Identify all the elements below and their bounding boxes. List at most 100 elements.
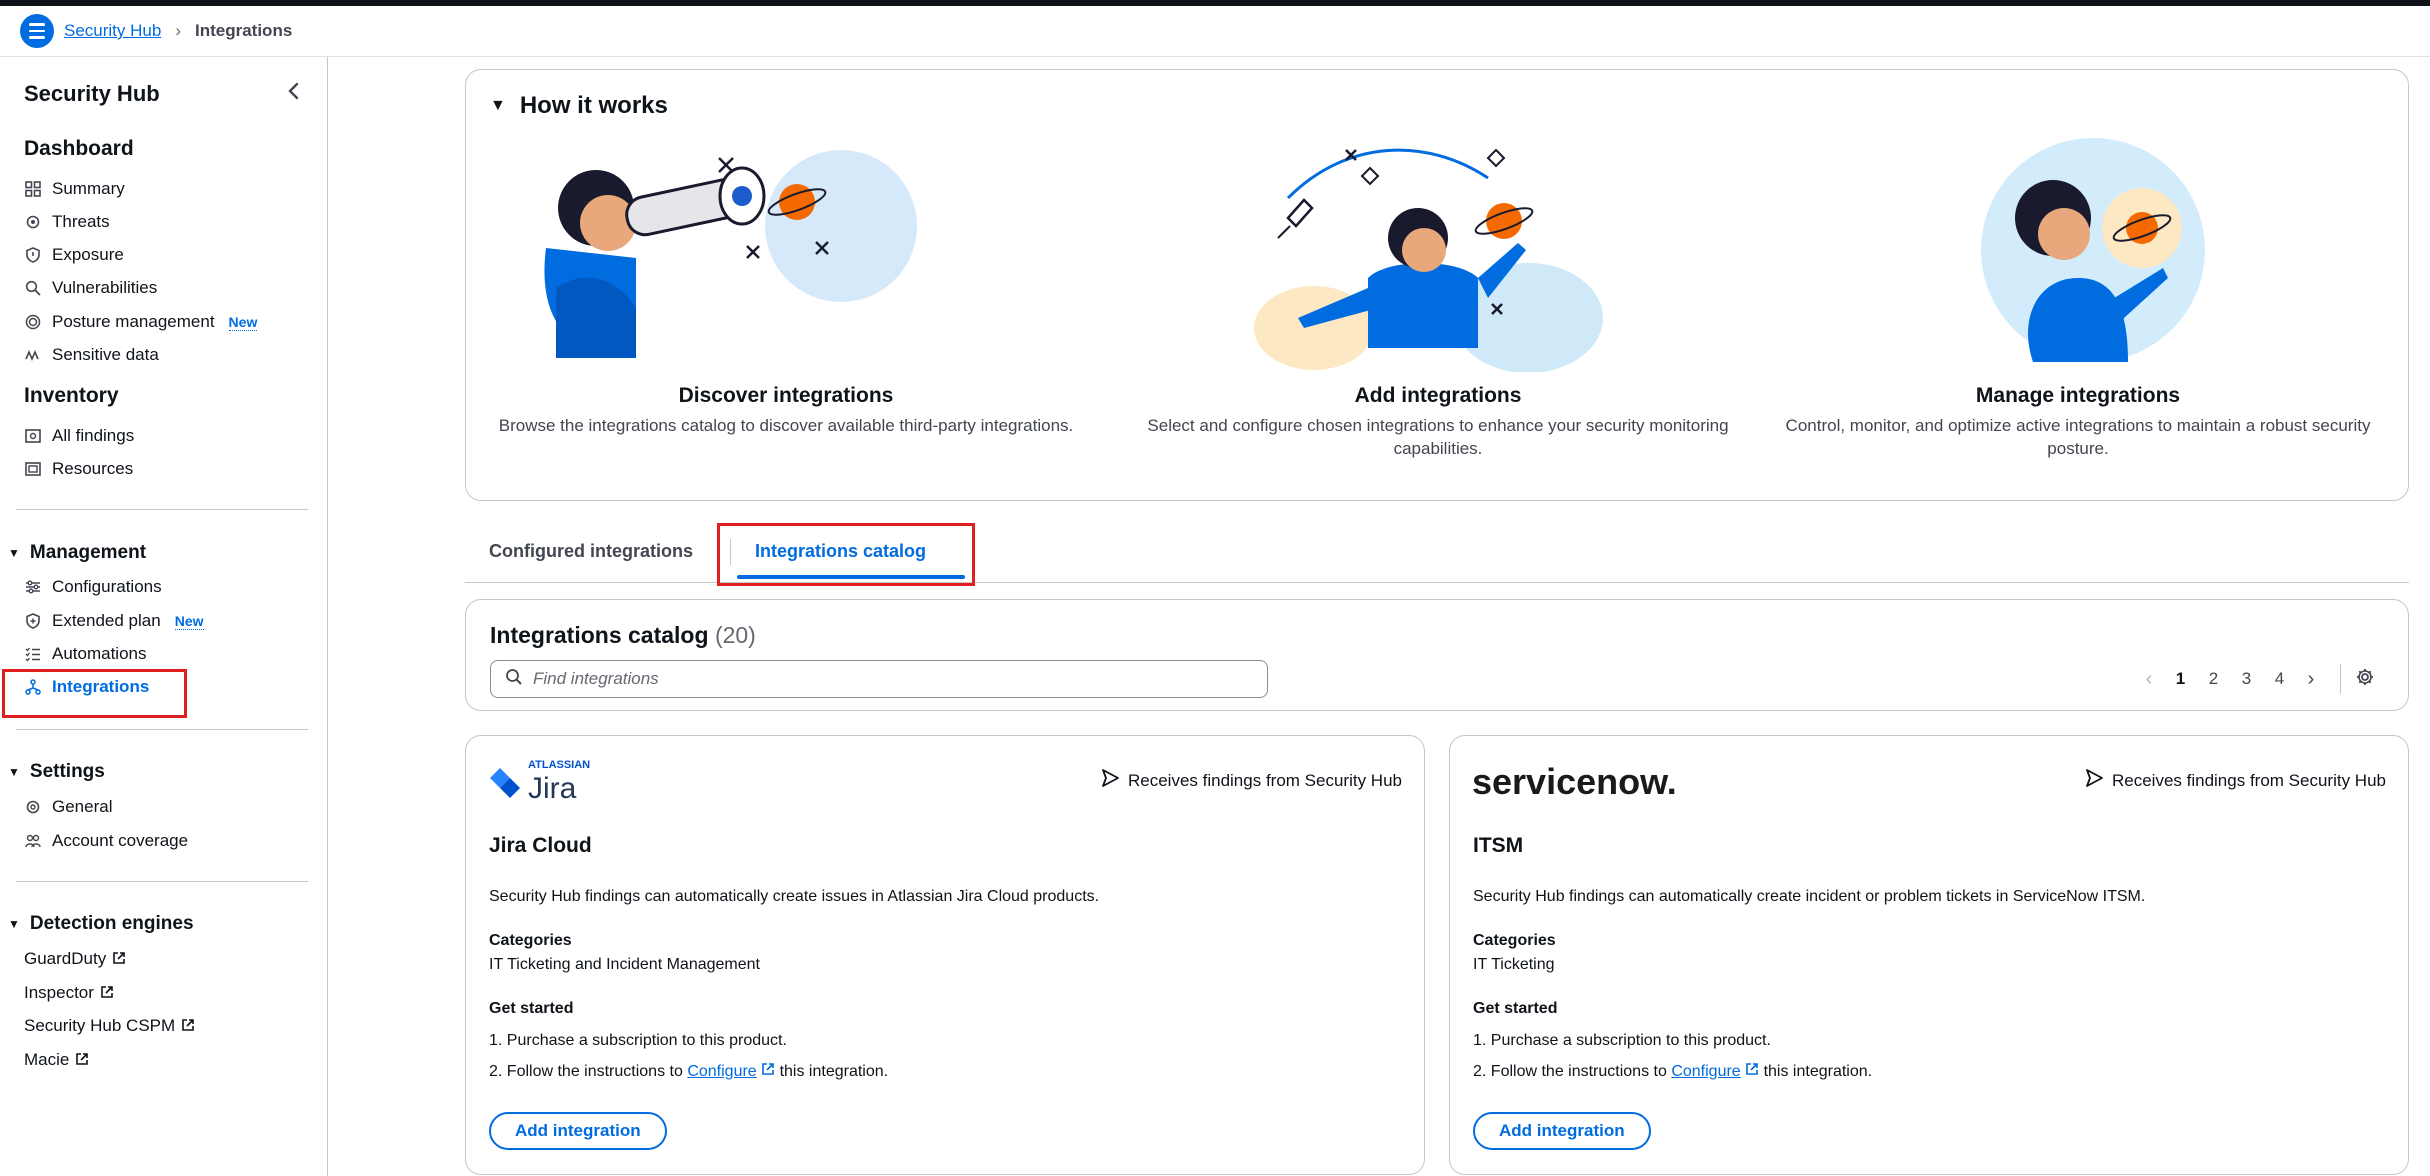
sidebar-item-label: Exposure <box>52 245 124 264</box>
add-integration-button[interactable]: Add integration <box>489 1112 667 1150</box>
search-box <box>490 660 1268 698</box>
how-it-works-title: How it works <box>519 92 668 119</box>
sliders-icon <box>24 578 42 596</box>
sidebar-item-vulnerabilities[interactable]: Vulnerabilities <box>24 276 157 300</box>
servicenow-logo: servicenow. <box>1472 754 1692 804</box>
sidebar-item-configurations[interactable]: Configurations <box>24 575 162 599</box>
magnifier-icon <box>24 279 42 297</box>
categories-label: Categories <box>1473 932 1556 949</box>
how-column-manage: Manage integrations Control, monitor, an… <box>1768 138 2388 460</box>
grid-icon <box>24 180 42 198</box>
sidebar-section-management[interactable]: ▼ Management <box>8 542 146 564</box>
step-text: 2. Follow the instructions to <box>1473 1063 1672 1080</box>
sidebar-item-label: Inspector <box>24 983 94 1002</box>
sidebar-item-label: Account coverage <box>52 831 189 850</box>
bug-icon <box>24 213 42 231</box>
sidebar-item-threats[interactable]: Threats <box>24 210 110 234</box>
chevron-left-icon[interactable] <box>284 79 304 103</box>
discover-illustration <box>476 138 1096 372</box>
sidebar-item-label: Threats <box>52 212 110 231</box>
catalog-title-text: Integrations catalog <box>490 622 709 648</box>
top-strip <box>0 0 2430 6</box>
caret-down-icon: ▼ <box>8 546 20 560</box>
sidebar-item-resources[interactable]: Resources <box>24 457 133 481</box>
sidebar-item-account-coverage[interactable]: Account coverage <box>24 829 188 853</box>
configure-link[interactable]: Configure <box>1671 1063 1740 1080</box>
how-column-add: Add integrations Select and configure ch… <box>1128 138 1748 460</box>
add-integration-button[interactable]: Add integration <box>1473 1112 1651 1150</box>
sidebar-divider <box>16 509 308 510</box>
sidebar-section-detection-engines[interactable]: ▼ Detection engines <box>8 913 194 935</box>
step-text: 2. Follow the instructions to <box>489 1063 688 1080</box>
sidebar-item-label: GuardDuty <box>24 949 107 968</box>
sidebar-item-extended-plan[interactable]: Extended plan New <box>24 609 204 633</box>
add-illustration <box>1128 138 1748 373</box>
shield-icon <box>24 246 42 264</box>
sidebar-item-summary[interactable]: Summary <box>24 177 125 201</box>
how-column-title: Manage integrations <box>1975 384 2181 407</box>
menu-icon[interactable] <box>20 14 54 48</box>
how-it-works-panel: ▼ How it works Discover integrations Bro… <box>465 69 2409 501</box>
catalog-count: (20) <box>714 622 756 648</box>
sidebar-item-label: Posture management <box>52 312 215 331</box>
sidebar-item-posture-management[interactable]: Posture management New <box>24 310 258 334</box>
configure-link[interactable]: Configure <box>687 1063 756 1080</box>
sidebar-item-inspector[interactable]: Inspector <box>24 981 114 1005</box>
sidebar-item-label: Macie <box>24 1050 70 1069</box>
page-2[interactable]: 2 <box>2197 669 2230 689</box>
sidebar-item-label: Vulnerabilities <box>52 278 158 297</box>
sidebar-item-label: Extended plan <box>52 611 161 630</box>
gear-icon <box>24 798 42 816</box>
users-icon <box>24 832 42 850</box>
sidebar-section-label: Settings <box>29 761 105 782</box>
sidebar-item-guardduty[interactable]: GuardDuty <box>24 947 126 971</box>
breadcrumb-security-hub[interactable]: Security Hub <box>64 21 161 41</box>
external-link-icon <box>112 951 126 968</box>
step-2: 2. Follow the instructions to Configure … <box>489 1062 888 1081</box>
how-it-works-toggle[interactable]: ▼ How it works <box>490 92 668 120</box>
caret-down-icon: ▼ <box>8 917 20 931</box>
send-icon <box>2084 768 2104 793</box>
page-1[interactable]: 1 <box>2164 669 2197 689</box>
integration-card-servicenow: servicenow. Receives findings from Secur… <box>1449 735 2409 1175</box>
categories-value: IT Ticketing <box>1473 956 1555 973</box>
integration-card-jira: ATLASSIAN Jira Receives findings from Se… <box>465 735 1425 1175</box>
sidebar-item-sensitive-data[interactable]: Sensitive data <box>24 343 159 367</box>
receives-findings-label: Receives findings from Security Hub <box>2084 768 2386 793</box>
card-description: Security Hub findings can automatically … <box>1473 888 2146 905</box>
search-input[interactable] <box>533 669 1233 689</box>
caret-down-icon: ▼ <box>490 97 506 114</box>
receives-text: Receives findings from Security Hub <box>1127 770 1402 790</box>
logo-main-text: Jira <box>528 772 577 804</box>
chevron-left-icon[interactable]: ‹ <box>2134 668 2164 691</box>
sidebar-section-settings[interactable]: ▼ Settings <box>8 761 105 783</box>
card-title: ITSM <box>1473 834 1524 857</box>
sidebar-item-label: Sensitive data <box>52 345 159 364</box>
sidebar-item-label: Configurations <box>52 577 162 596</box>
sidebar-item-all-findings[interactable]: All findings <box>24 424 134 448</box>
page-3[interactable]: 3 <box>2230 669 2263 689</box>
breadcrumb-current: Integrations <box>195 21 293 40</box>
chevron-right-icon[interactable]: › <box>2296 668 2326 691</box>
sidebar-divider <box>16 881 308 882</box>
highlight-box-integrations <box>2 669 187 718</box>
step-text: this integration. <box>1759 1063 1873 1080</box>
sidebar-item-label: Security Hub CSPM <box>24 1016 176 1035</box>
shield-plus-icon <box>24 612 42 630</box>
sidebar-item-label: All findings <box>52 426 135 445</box>
sidebar-item-security-hub-cspm[interactable]: Security Hub CSPM <box>24 1014 195 1038</box>
tab-configured-integrations[interactable]: Configured integrations <box>489 541 693 562</box>
get-started-label: Get started <box>1473 1000 1558 1017</box>
sidebar-divider <box>16 729 308 730</box>
receives-findings-label: Receives findings from Security Hub <box>1100 768 1402 793</box>
sidebar-item-automations[interactable]: Automations <box>24 642 147 666</box>
sidebar-item-exposure[interactable]: Exposure <box>24 243 124 267</box>
gear-icon[interactable] <box>2355 667 2375 692</box>
sidebar-item-macie[interactable]: Macie <box>24 1048 89 1072</box>
external-link-icon <box>75 1052 89 1069</box>
categories-label: Categories <box>489 932 572 949</box>
page-4[interactable]: 4 <box>2263 669 2296 689</box>
sidebar-item-label: Resources <box>52 459 134 478</box>
sidebar-item-general[interactable]: General <box>24 795 112 819</box>
data-icon <box>24 346 42 364</box>
